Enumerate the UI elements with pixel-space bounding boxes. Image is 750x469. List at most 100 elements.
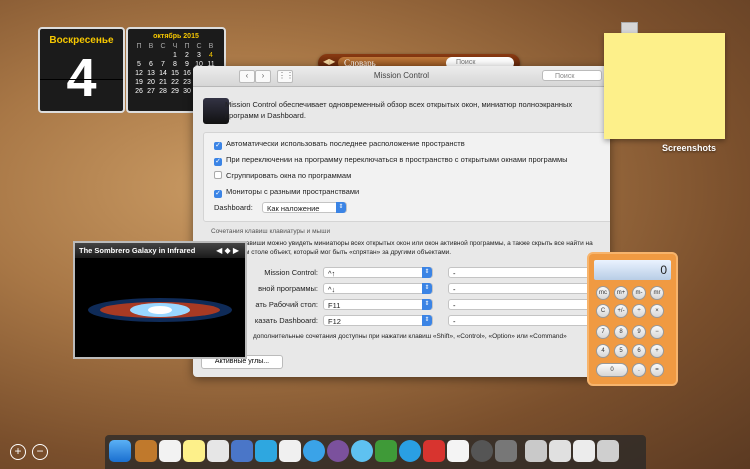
calendar-date[interactable]: 8	[169, 61, 181, 68]
key-select-app-windows[interactable]: ^↓ ⇕	[323, 283, 433, 294]
photos-icon[interactable]	[279, 440, 301, 462]
calendar-date[interactable]: 9	[181, 61, 193, 68]
calculator-key[interactable]: +/-	[614, 304, 628, 318]
facetime-icon[interactable]	[375, 440, 397, 462]
photos-app-icon[interactable]	[471, 440, 493, 462]
calendar-date[interactable]: 15	[169, 70, 181, 77]
calculator-display: 0	[594, 260, 671, 280]
dashboard-select[interactable]: Как наложение ⇕	[262, 202, 347, 213]
calculator-key[interactable]: mr	[650, 286, 664, 300]
reminders-icon[interactable]	[207, 440, 229, 462]
viber-icon[interactable]	[327, 440, 349, 462]
activity-monitor-icon[interactable]	[447, 440, 469, 462]
calendar-date[interactable]: 23	[181, 79, 193, 86]
calendar-date[interactable]: 3	[193, 52, 205, 59]
documents-stack-icon[interactable]	[549, 440, 571, 462]
calculator-key[interactable]: +	[650, 344, 664, 358]
shortcuts-section-title: Сочетания клавиш клавиатуры и мыши	[211, 228, 331, 235]
calendar-date[interactable]: 29	[169, 88, 181, 95]
checkbox-group-windows[interactable]: Сгруппировать окна по программам	[214, 171, 351, 180]
calculator-key[interactable]: m+	[614, 286, 628, 300]
galaxy-controls-icon[interactable]: ◀ ◆ ▶	[216, 243, 239, 258]
finder-icon[interactable]	[109, 440, 131, 462]
prefs-search-input[interactable]: Поиск	[542, 70, 602, 81]
calendar-date[interactable]: 13	[145, 70, 157, 77]
dashboard-label: Dashboard:	[214, 203, 253, 212]
calculator-key[interactable]: −	[650, 325, 664, 339]
calculator-key[interactable]: 7	[596, 325, 610, 339]
calculator-key[interactable]: C	[596, 304, 610, 318]
calendar-month-title: октябрь 2015	[153, 33, 199, 40]
messages-icon[interactable]	[351, 440, 373, 462]
dictionary-nav-arrows[interactable]: ◀▶	[323, 57, 335, 66]
calendar-date[interactable]: 26	[133, 88, 145, 95]
sticky-note[interactable]	[604, 33, 725, 139]
calendar-day-number: 4	[66, 48, 97, 108]
calendar-day-widget[interactable]: Воскресенье 4	[38, 27, 125, 113]
checkbox-auto-rearrange[interactable]: ✓ Автоматически использовать последнее ра…	[214, 139, 465, 150]
skype-icon[interactable]	[303, 440, 325, 462]
key-select-desktop[interactable]: F11 ⇕	[323, 299, 433, 310]
mouse-select-app-windows[interactable]: -	[448, 283, 598, 294]
add-widget-button[interactable]: +	[10, 444, 26, 460]
trash-icon[interactable]	[597, 440, 619, 462]
calculator-key[interactable]: mc	[596, 286, 610, 300]
galaxy-widget[interactable]: The Sombrero Galaxy in Infrared ◀ ◆ ▶	[73, 241, 247, 359]
calendar-weekday-header: П	[136, 43, 142, 50]
calendar-date[interactable]: 16	[181, 70, 193, 77]
calendar-date[interactable]: 12	[133, 70, 145, 77]
calendar-date[interactable]	[133, 52, 145, 59]
calculator-key-decimal[interactable]: .	[632, 363, 646, 377]
calculator-widget[interactable]: 0 mcm+m-mrC+/-÷×789−456+123=0.	[587, 252, 678, 386]
mouse-select-dashboard[interactable]: -	[448, 315, 598, 326]
calculator-key[interactable]: ×	[650, 304, 664, 318]
calendar-date[interactable]: 22	[169, 79, 181, 86]
mouse-select-desktop[interactable]: -	[448, 299, 598, 310]
mouse-select-mission-control[interactable]: -	[448, 267, 598, 278]
calculator-key[interactable]: 6	[632, 344, 646, 358]
calendar-date[interactable]: 4	[205, 52, 217, 59]
calculator-key[interactable]: 4	[596, 344, 610, 358]
twitter-icon[interactable]	[255, 440, 277, 462]
remove-widget-button[interactable]: −	[32, 444, 48, 460]
window-titlebar: ‹ › ⋮⋮ Mission Control Поиск	[193, 66, 610, 87]
photo-booth-icon[interactable]	[423, 440, 445, 462]
calculator-key[interactable]: ÷	[632, 304, 646, 318]
calendar-date[interactable]: 21	[157, 79, 169, 86]
key-select-dashboard[interactable]: F12 ⇕	[323, 315, 433, 326]
system-preferences-icon[interactable]	[495, 440, 517, 462]
calendar-date[interactable]	[145, 52, 157, 59]
calendar-date[interactable]: 27	[145, 88, 157, 95]
calendar-date[interactable]: 1	[169, 52, 181, 59]
key-select-mission-control[interactable]: ^↑ ⇕	[323, 267, 433, 278]
calculator-key-zero[interactable]: 0	[596, 363, 628, 377]
stickies-icon[interactable]	[183, 440, 205, 462]
calendar-date[interactable]: 7	[157, 61, 169, 68]
calculator-key[interactable]: =	[650, 363, 664, 377]
calendar-date[interactable]: 20	[145, 79, 157, 86]
calendar-icon[interactable]	[159, 440, 181, 462]
calendar-date[interactable]: 14	[157, 70, 169, 77]
notes-icon[interactable]	[135, 440, 157, 462]
checkbox-switch-space[interactable]: ✓ При переключении на программу переключа…	[214, 155, 568, 166]
dock	[105, 435, 646, 469]
calculator-key[interactable]: 5	[614, 344, 628, 358]
calendar-date[interactable]: 30	[181, 88, 193, 95]
preview-icon[interactable]	[231, 440, 253, 462]
calendar-weekday-header: С	[160, 43, 166, 50]
calculator-key[interactable]: 8	[614, 325, 628, 339]
checkbox-separate-spaces[interactable]: ✓ Мониторы с разными пространствами	[214, 187, 359, 198]
calculator-key[interactable]: m-	[632, 286, 646, 300]
calendar-date[interactable]: 19	[133, 79, 145, 86]
calendar-date[interactable]: 2	[181, 52, 193, 59]
screenshots-folder-label: Screenshots	[662, 143, 717, 153]
calendar-date[interactable]: 6	[145, 61, 157, 68]
calculator-key[interactable]: 9	[632, 325, 646, 339]
calendar-date[interactable]: 28	[157, 88, 169, 95]
archive-icon[interactable]	[573, 440, 595, 462]
safari-icon[interactable]	[399, 440, 421, 462]
calendar-date[interactable]: 5	[133, 61, 145, 68]
calendar-date[interactable]	[157, 52, 169, 59]
shortcuts-description: этим клавиши можно увидеть миниатюры все…	[223, 240, 593, 256]
downloads-stack-icon[interactable]	[525, 440, 547, 462]
